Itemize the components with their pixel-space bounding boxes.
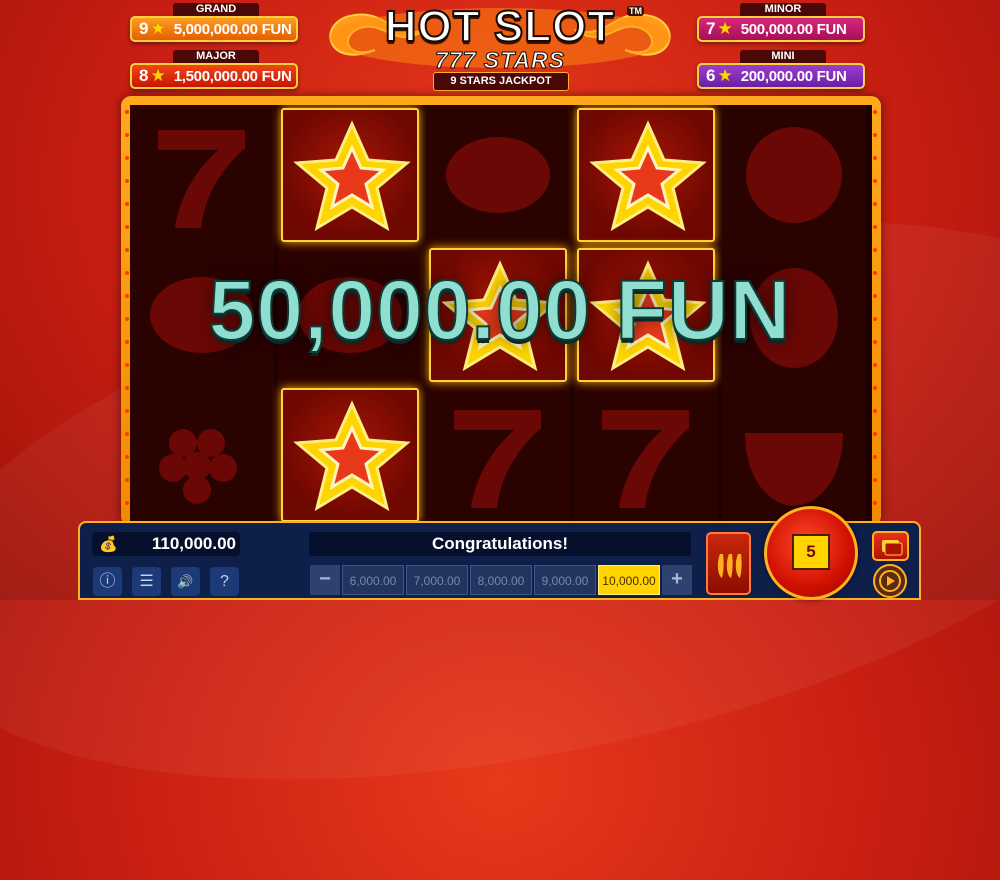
help-icon: ? (220, 573, 229, 590)
frame-light (873, 501, 877, 505)
play-icon (879, 570, 901, 592)
jackpot-mini-box: 6 ★ 200,000.00 FUN (697, 63, 865, 89)
bet-option[interactable]: 6,000.00 (342, 565, 404, 595)
logo-tagline: 9 STARS JACKPOT (433, 72, 569, 91)
bet-option[interactable]: 10,000.00 (598, 565, 660, 595)
frame-light (125, 225, 129, 229)
help-button[interactable]: ? (210, 567, 239, 596)
orange-symbol (725, 108, 863, 242)
cards-icon (882, 540, 903, 556)
star-symbol (281, 108, 419, 242)
frame-light (873, 179, 877, 183)
frame-light (125, 110, 129, 114)
seven-symbol (133, 108, 271, 242)
jackpot-grand: GRAND 9 ★ 5,000,000.00 FUN (130, 3, 302, 45)
jackpot-minor: MINOR 7 ★ 500,000.00 FUN (697, 3, 869, 45)
seven-symbol (577, 388, 715, 522)
bet-decrease-button[interactable]: − (310, 565, 340, 595)
frame-light (873, 432, 877, 436)
frame-light (873, 156, 877, 160)
info-icon: ⓘ (99, 573, 116, 590)
frame-light (125, 501, 129, 505)
logo-trademark: TM (627, 6, 644, 16)
star-icon: ★ (717, 19, 733, 38)
balance-value: 110,000.00 (151, 534, 236, 553)
jackpot-grand-label: GRAND (173, 3, 259, 16)
jackpot-major-count: 8 (139, 66, 149, 85)
seven-symbol (429, 388, 567, 522)
jackpot-grand-box: 9 ★ 5,000,000.00 FUN (130, 16, 298, 42)
frame-light (125, 386, 129, 390)
status-message: Congratulations! (309, 532, 691, 556)
balance-display: 💰 110,000.00 (92, 532, 240, 556)
win-amount: 50,000.00 FUN (208, 262, 792, 358)
jackpot-mini-count: 6 (706, 66, 716, 85)
bet-option[interactable]: 7,000.00 (406, 565, 468, 595)
frame-light (125, 363, 129, 367)
frame-light (125, 478, 129, 482)
grapes-symbol (133, 388, 271, 522)
frame-light (873, 478, 877, 482)
jackpot-mini-label: MINI (740, 50, 826, 63)
bet-increase-button[interactable]: + (662, 565, 692, 595)
frame-light (125, 133, 129, 137)
hot-mode-button[interactable] (706, 532, 751, 595)
frame-light (125, 202, 129, 206)
frame-light (873, 386, 877, 390)
speaker-icon: 🔊 (177, 574, 194, 589)
frame-light (125, 179, 129, 183)
autoplay-button[interactable] (873, 564, 907, 598)
star-icon: ★ (150, 19, 166, 38)
frame-light (873, 133, 877, 137)
frame-light (125, 156, 129, 160)
jackpot-minor-box: 7 ★ 500,000.00 FUN (697, 16, 865, 42)
frame-light (873, 110, 877, 114)
free-spin-count: 5 (792, 534, 830, 570)
frame-light (873, 248, 877, 252)
jackpot-grand-count: 9 (139, 19, 149, 38)
menu-button[interactable]: ☰ (132, 567, 161, 596)
jackpot-mini: MINI 6 ★ 200,000.00 FUN (697, 50, 869, 92)
frame-light (873, 202, 877, 206)
star-icon: ★ (150, 66, 166, 85)
info-button[interactable]: ⓘ (93, 567, 122, 596)
logo-subtitle: 777 STARS (434, 47, 565, 74)
jackpot-major-value: 1,500,000.00 FUN (173, 67, 292, 85)
jackpot-minor-label: MINOR (740, 3, 826, 16)
jackpot-major: MAJOR 8 ★ 1,500,000.00 FUN (130, 50, 302, 92)
money-bag-icon: 💰 (99, 536, 118, 553)
frame-light (125, 455, 129, 459)
star-icon: ★ (717, 66, 733, 85)
star-symbol (281, 388, 419, 522)
frame-light (125, 432, 129, 436)
frame-light (873, 363, 877, 367)
chili-pepper-icon (717, 554, 742, 578)
jackpot-major-box: 8 ★ 1,500,000.00 FUN (130, 63, 298, 89)
jackpot-minor-count: 7 (706, 19, 716, 38)
bet-option[interactable]: 8,000.00 (470, 565, 532, 595)
melon-symbol (725, 388, 863, 522)
star-symbol (577, 108, 715, 242)
menu-icon: ☰ (139, 573, 154, 590)
frame-light (873, 409, 877, 413)
frame-light (873, 455, 877, 459)
jackpot-major-label: MAJOR (173, 50, 259, 63)
jackpot-minor-value: 500,000.00 FUN (740, 20, 847, 38)
frame-light (125, 248, 129, 252)
frame-light (873, 225, 877, 229)
jackpot-grand-value: 5,000,000.00 FUN (173, 20, 292, 38)
bet-option[interactable]: 9,000.00 (534, 565, 596, 595)
game-logo: HOT SLOT TM 777 STARS 9 STARS JACKPOT (315, 0, 685, 92)
frame-light (125, 409, 129, 413)
lemon-symbol (429, 108, 567, 242)
gamble-button[interactable] (872, 531, 909, 561)
sound-button[interactable]: 🔊 (171, 567, 200, 596)
jackpot-mini-value: 200,000.00 FUN (740, 67, 847, 85)
